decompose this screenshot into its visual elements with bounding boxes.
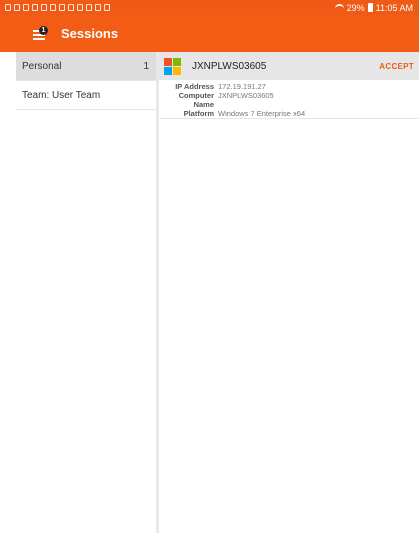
sidebar-item-label: Team: User Team xyxy=(22,89,101,101)
notification-icon xyxy=(77,4,83,11)
session-name: JXNPLWS03605 xyxy=(192,60,267,72)
notification-icon xyxy=(104,4,110,11)
detail-value: 172.19.191.27 xyxy=(218,82,266,91)
sidebar-item-personal[interactable]: Personal 1 xyxy=(16,52,156,81)
menu-button[interactable]: 1 xyxy=(33,25,55,42)
session-details: IP Address 172.19.191.27 Computer Name J… xyxy=(159,80,419,119)
detail-label: Computer Name xyxy=(178,91,214,109)
detail-label: Platform xyxy=(183,109,214,118)
detail-value: JXNPLWS03605 xyxy=(218,91,274,100)
battery-percent: 29% xyxy=(346,2,365,13)
notification-icon xyxy=(23,4,29,11)
status-bar: 29% 11:05 AM xyxy=(0,0,419,15)
notification-icon xyxy=(32,4,38,11)
clock: 11:05 AM xyxy=(375,2,413,13)
detail-row-platform: Platform Windows 7 Enterprise x64 xyxy=(159,109,419,118)
notification-icon xyxy=(5,4,11,11)
notification-icon xyxy=(95,4,101,11)
notification-icons xyxy=(0,4,110,11)
sidebar-item-team-user-team[interactable]: Team: User Team xyxy=(16,81,156,110)
sidebar-item-count: 1 xyxy=(143,60,149,72)
detail-label: IP Address xyxy=(175,82,214,91)
accept-button[interactable]: ACCEPT xyxy=(379,62,414,71)
sidebar: Personal 1 Team: User Team xyxy=(16,52,157,533)
session-row[interactable]: JXNPLWS03605 ACCEPT xyxy=(159,52,419,80)
detail-value: Windows 7 Enterprise x64 xyxy=(218,109,306,118)
sidebar-item-label: Personal xyxy=(22,60,62,72)
page-title: Sessions xyxy=(61,26,119,41)
notification-icon xyxy=(59,4,65,11)
detail-row-ip-address: IP Address 172.19.191.27 xyxy=(159,82,419,91)
app-bar: 1 Sessions xyxy=(0,15,419,52)
windows-logo-icon xyxy=(164,57,181,75)
notification-icon xyxy=(41,4,47,11)
session-detail-pane: JXNPLWS03605 ACCEPT IP Address 172.19.19… xyxy=(159,52,419,533)
battery-icon xyxy=(367,3,373,12)
wifi-icon xyxy=(334,4,344,11)
detail-row-computer-name: Computer Name JXNPLWS03605 xyxy=(159,91,419,109)
notification-icon xyxy=(68,4,74,11)
notification-icon xyxy=(14,4,20,11)
notification-icon xyxy=(86,4,92,11)
notification-icon xyxy=(50,4,56,11)
notification-badge: 1 xyxy=(39,25,48,35)
